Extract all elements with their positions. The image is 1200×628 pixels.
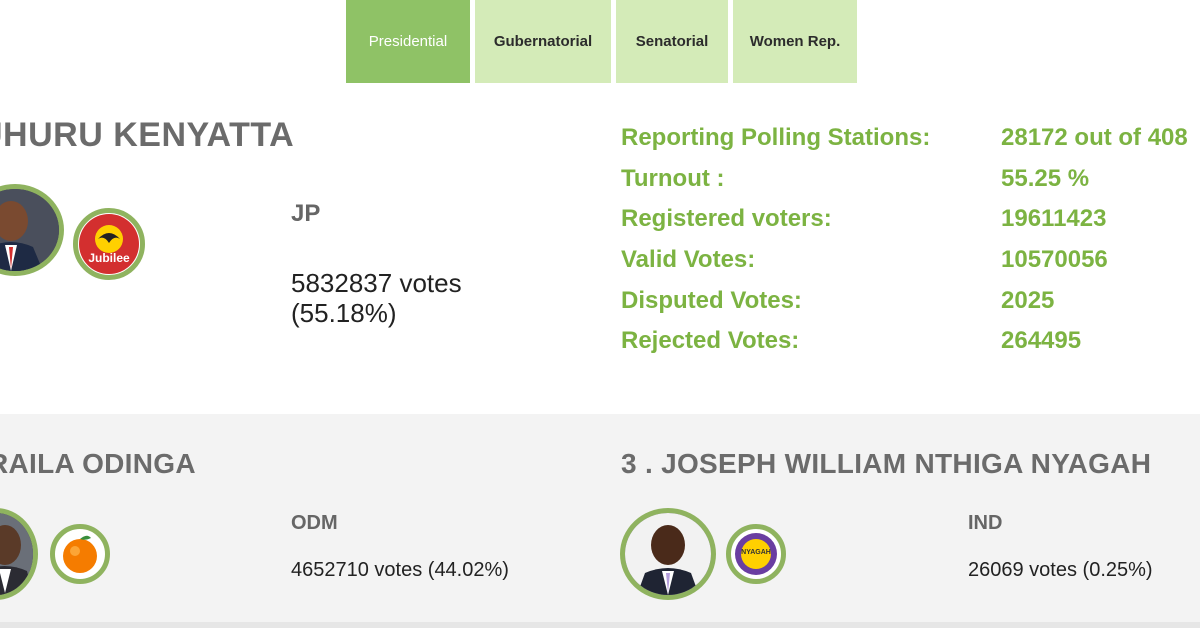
candidate-3-votes: 26069 votes (0.25%) xyxy=(968,559,1153,581)
jubilee-logo-text: Jubilee xyxy=(88,251,130,265)
stat-reporting-stations: Reporting Polling Stations: 28172 out of… xyxy=(621,118,1188,159)
bottom-divider xyxy=(0,622,1200,628)
results-stats: Reporting Polling Stations: 28172 out of… xyxy=(621,118,1188,362)
odm-orange-logo xyxy=(50,524,110,584)
stat-value: 264495 xyxy=(1001,327,1082,355)
other-candidates-panel: RAILA ODINGA ODM 4652710 votes (44.02%) … xyxy=(0,414,1200,628)
candidate-3-avatar xyxy=(620,508,716,600)
tab-gubernatorial[interactable]: Gubernatorial xyxy=(475,0,611,83)
candidate-2-party: ODM xyxy=(291,512,338,534)
nyagah-logo: NYAGAH xyxy=(726,524,786,584)
stat-label: Reporting Polling Stations: xyxy=(621,124,931,152)
candidate-3-name: 3 . JOSEPH WILLIAM NTHIGA NYAGAH xyxy=(621,448,1152,479)
stat-turnout: Turnout : 55.25 % xyxy=(621,159,1188,200)
leader-party: JP xyxy=(291,200,321,227)
stat-label: Disputed Votes: xyxy=(621,286,802,314)
stat-value: 2025 xyxy=(1001,286,1055,314)
stat-value: 28172 out of 408 xyxy=(1001,124,1188,152)
nyagah-logo-text: NYAGAH xyxy=(741,549,771,556)
leader-vote-count: 5832837 votes xyxy=(291,268,462,298)
candidate-2-votes: 4652710 votes (44.02%) xyxy=(291,559,509,581)
tab-senatorial[interactable]: Senatorial xyxy=(616,0,728,83)
stat-label: Turnout : xyxy=(621,164,725,192)
tab-women-rep[interactable]: Women Rep. xyxy=(733,0,857,83)
stat-label: Valid Votes: xyxy=(621,246,756,274)
stat-disputed-votes: Disputed Votes: 2025 xyxy=(621,280,1188,321)
leader-name: UHURU KENYATTA xyxy=(0,116,295,154)
jubilee-logo: Jubilee xyxy=(73,208,145,280)
stat-value: 19611423 xyxy=(1001,205,1107,233)
stat-label: Registered voters: xyxy=(621,205,832,233)
stat-label: Rejected Votes: xyxy=(621,327,800,355)
candidate-3-party: IND xyxy=(968,512,1003,534)
leader-avatar xyxy=(0,184,64,276)
leader-votes: 5832837 votes (55.18%) xyxy=(291,268,551,328)
leader-vote-percent: (55.18%) xyxy=(291,298,397,328)
tab-presidential[interactable]: Presidential xyxy=(346,0,470,83)
stat-registered-voters: Registered voters: 19611423 xyxy=(621,199,1188,240)
stat-rejected-votes: Rejected Votes: 264495 xyxy=(621,321,1188,362)
candidate-2-avatar xyxy=(0,508,38,600)
candidate-2-name: RAILA ODINGA xyxy=(0,448,196,479)
stat-value: 10570056 xyxy=(1001,246,1108,274)
stat-value: 55.25 % xyxy=(1001,164,1090,192)
election-tabs: Presidential Gubernatorial Senatorial Wo… xyxy=(346,0,857,83)
stat-valid-votes: Valid Votes: 10570056 xyxy=(621,240,1188,281)
